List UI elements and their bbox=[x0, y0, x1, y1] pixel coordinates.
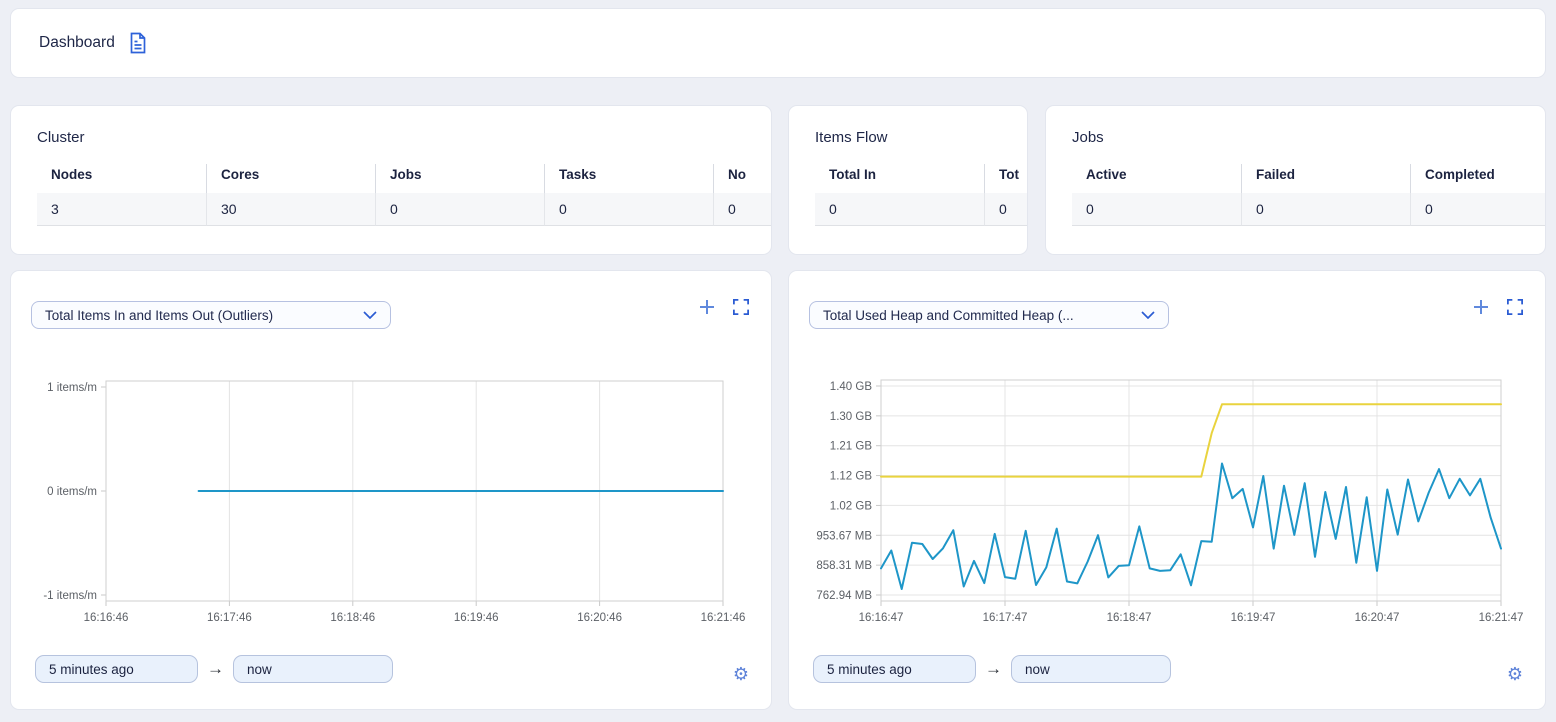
arrow-right-icon: → bbox=[985, 659, 1002, 679]
time-to-input[interactable]: now bbox=[1011, 655, 1171, 683]
svg-text:16:20:47: 16:20:47 bbox=[1355, 612, 1400, 624]
heap-chart-card: Total Used Heap and Committed Heap (... … bbox=[788, 270, 1546, 710]
time-from-input[interactable]: 5 minutes ago bbox=[35, 655, 198, 683]
svg-text:762.94 MB: 762.94 MB bbox=[816, 590, 872, 602]
cluster-stats-table: NodesCoresJobsTasksNo330000 bbox=[37, 164, 771, 226]
items-line-chart: 1 items/m 0 items/m -1 items/m 16:16:46 16:1… bbox=[11, 366, 772, 636]
add-chart-icon[interactable] bbox=[698, 298, 716, 316]
gear-icon[interactable]: ⚙ bbox=[1507, 665, 1523, 683]
svg-text:16:19:47: 16:19:47 bbox=[1231, 612, 1276, 624]
stat-value-row: 330000 bbox=[37, 193, 771, 226]
stat-column-header-row: NodesCoresJobsTasksNo bbox=[37, 164, 771, 193]
stat-value: 0 bbox=[544, 193, 713, 226]
fullscreen-icon[interactable] bbox=[733, 299, 749, 315]
stat-value: 0 bbox=[984, 193, 1027, 226]
svg-text:1.40 GB: 1.40 GB bbox=[830, 381, 873, 393]
time-from-input[interactable]: 5 minutes ago bbox=[813, 655, 976, 683]
cluster-card-title: Cluster bbox=[37, 129, 85, 146]
stat-value: 0 bbox=[713, 193, 771, 226]
items-flow-stats-table: Total InTot00 bbox=[815, 164, 1027, 226]
document-icon[interactable] bbox=[128, 32, 148, 54]
arrow-right-icon: → bbox=[207, 659, 224, 679]
stat-column-header-row: ActiveFailedCompleted bbox=[1072, 164, 1545, 193]
time-to-input[interactable]: now bbox=[233, 655, 393, 683]
stat-column-header: No bbox=[713, 164, 771, 193]
chevron-down-icon bbox=[363, 311, 377, 319]
stat-column-header: Failed bbox=[1241, 164, 1410, 193]
metric-select-items[interactable]: Total Items In and Items Out (Outliers) bbox=[31, 301, 391, 329]
svg-text:16:19:46: 16:19:46 bbox=[454, 612, 499, 624]
stat-value: 0 bbox=[815, 193, 984, 226]
cluster-card: Cluster NodesCoresJobsTasksNo330000 bbox=[10, 105, 772, 255]
svg-text:1.02 GB: 1.02 GB bbox=[830, 500, 873, 512]
fullscreen-icon[interactable] bbox=[1507, 299, 1523, 315]
jobs-card: Jobs ActiveFailedCompleted000 bbox=[1045, 105, 1546, 255]
items-flow-card: Items Flow Total InTot00 bbox=[788, 105, 1028, 255]
stat-value: 0 bbox=[375, 193, 544, 226]
svg-text:16:18:47: 16:18:47 bbox=[1107, 612, 1152, 624]
svg-text:0 items/m: 0 items/m bbox=[47, 486, 97, 498]
stat-value: 0 bbox=[1072, 193, 1241, 226]
metric-select-heap-label: Total Used Heap and Committed Heap (... bbox=[823, 308, 1074, 323]
stat-column-header: Completed bbox=[1410, 164, 1545, 193]
svg-text:16:16:46: 16:16:46 bbox=[84, 612, 129, 624]
svg-text:953.67 MB: 953.67 MB bbox=[816, 530, 872, 542]
svg-text:1.21 GB: 1.21 GB bbox=[830, 441, 873, 453]
svg-text:858.31 MB: 858.31 MB bbox=[816, 560, 872, 572]
heap-line-chart: 1.40 GB 1.30 GB 1.21 GB 1.12 GB 1.02 GB 953.6… bbox=[789, 366, 1546, 636]
svg-text:16:21:47: 16:21:47 bbox=[1479, 612, 1524, 624]
add-chart-icon[interactable] bbox=[1472, 298, 1490, 316]
stat-value: 0 bbox=[1410, 193, 1545, 226]
stat-column-header-row: Total InTot bbox=[815, 164, 1027, 193]
jobs-card-title: Jobs bbox=[1072, 129, 1104, 146]
jobs-stats-table: ActiveFailedCompleted000 bbox=[1072, 164, 1545, 226]
stat-value: 3 bbox=[37, 193, 206, 226]
header-card: Dashboard bbox=[10, 8, 1546, 78]
metric-select-heap[interactable]: Total Used Heap and Committed Heap (... bbox=[809, 301, 1169, 329]
svg-text:-1 items/m: -1 items/m bbox=[43, 590, 97, 602]
stat-value: 30 bbox=[206, 193, 375, 226]
stat-column-header: Tasks bbox=[544, 164, 713, 193]
svg-text:16:18:46: 16:18:46 bbox=[330, 612, 375, 624]
svg-text:1 items/m: 1 items/m bbox=[47, 382, 97, 394]
stat-value: 0 bbox=[1241, 193, 1410, 226]
svg-text:16:20:46: 16:20:46 bbox=[577, 612, 622, 624]
stat-column-header: Nodes bbox=[37, 164, 206, 193]
svg-text:16:17:47: 16:17:47 bbox=[983, 612, 1028, 624]
stat-column-header: Total In bbox=[815, 164, 984, 193]
items-flow-card-title: Items Flow bbox=[815, 129, 888, 146]
items-chart-card: Total Items In and Items Out (Outliers) … bbox=[10, 270, 772, 710]
chevron-down-icon bbox=[1141, 311, 1155, 319]
page-title: Dashboard bbox=[39, 34, 115, 52]
stat-value-row: 000 bbox=[1072, 193, 1545, 226]
stat-column-header: Jobs bbox=[375, 164, 544, 193]
metric-select-items-label: Total Items In and Items Out (Outliers) bbox=[45, 308, 273, 323]
svg-text:16:17:46: 16:17:46 bbox=[207, 612, 252, 624]
gear-icon[interactable]: ⚙ bbox=[733, 665, 749, 683]
stat-column-header: Cores bbox=[206, 164, 375, 193]
svg-text:1.12 GB: 1.12 GB bbox=[830, 471, 873, 483]
svg-text:16:21:46: 16:21:46 bbox=[701, 612, 746, 624]
svg-text:1.30 GB: 1.30 GB bbox=[830, 411, 873, 423]
stat-value-row: 00 bbox=[815, 193, 1027, 226]
svg-text:16:16:47: 16:16:47 bbox=[859, 612, 904, 624]
stat-column-header: Active bbox=[1072, 164, 1241, 193]
stat-column-header: Tot bbox=[984, 164, 1027, 193]
